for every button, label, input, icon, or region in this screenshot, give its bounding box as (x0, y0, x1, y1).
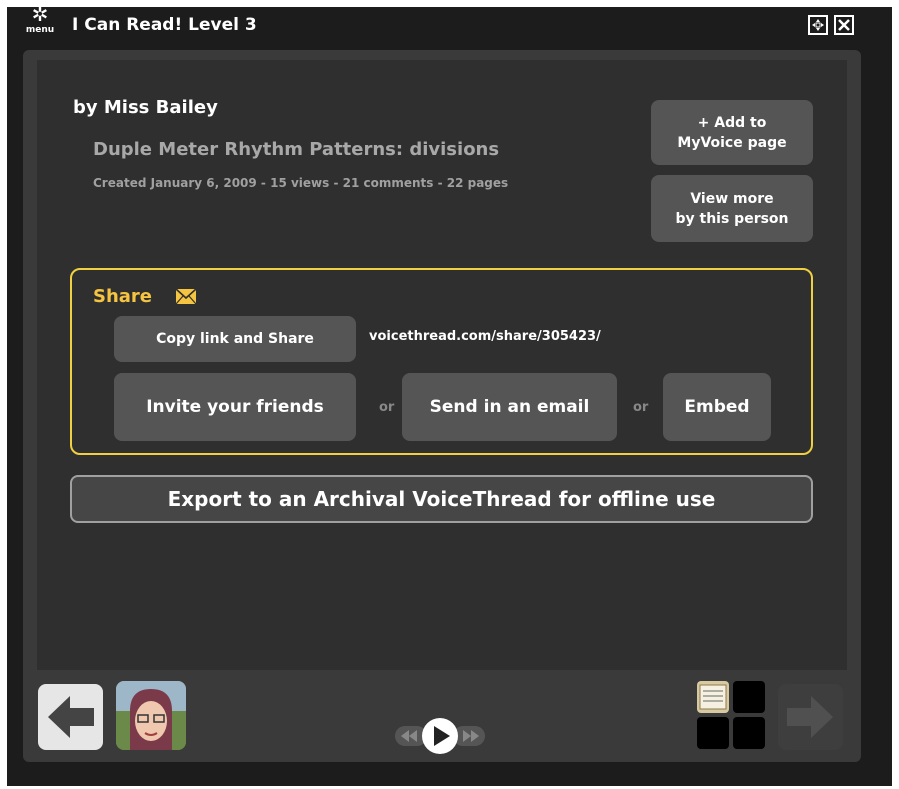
export-archival-button[interactable]: Export to an Archival VoiceThread for of… (70, 475, 813, 523)
voicethread-title: Duple Meter Rhythm Patterns: divisions (93, 139, 500, 160)
view-more-line1: View more (690, 190, 774, 207)
gear-icon: ✲ (31, 2, 49, 26)
copy-link-button[interactable]: Copy link and Share (114, 316, 356, 362)
view-more-button[interactable]: View more by this person (651, 175, 813, 242)
next-button[interactable] (778, 684, 843, 750)
resize-icon (812, 19, 824, 31)
envelope-icon (175, 288, 197, 305)
menu-button[interactable]: ✲ menu (22, 4, 58, 44)
share-url: voicethread.com/share/305423/ (369, 329, 601, 344)
arrow-left-icon (48, 696, 94, 738)
share-heading: Share (93, 286, 153, 307)
author-avatar[interactable] (116, 681, 186, 750)
invite-friends-button[interactable]: Invite your friends (114, 373, 356, 441)
close-button[interactable] (834, 15, 854, 35)
avatar-image (116, 681, 186, 750)
embed-button[interactable]: Embed (663, 373, 771, 441)
menu-label: menu (25, 25, 55, 35)
resize-button[interactable] (808, 15, 828, 35)
or-separator: or (379, 400, 395, 415)
thumbnail-page[interactable] (697, 717, 729, 749)
close-icon (838, 19, 850, 31)
play-icon[interactable] (422, 718, 458, 754)
add-button-line1: + Add to (697, 114, 767, 131)
previous-button[interactable] (38, 684, 103, 750)
page-thumbnails (697, 681, 765, 751)
thumbnail-page[interactable] (733, 717, 765, 749)
arrow-right-icon (787, 696, 833, 738)
send-email-button[interactable]: Send in an email (402, 373, 617, 441)
view-more-line2: by this person (675, 210, 789, 227)
playback-controls (393, 716, 488, 756)
author-name: by Miss Bailey (73, 97, 218, 118)
add-to-myvoice-button[interactable]: + Add to MyVoice page (651, 100, 813, 165)
thumbnail-page[interactable] (733, 681, 765, 713)
thumbnail-page[interactable] (697, 681, 729, 713)
add-button-line2: MyVoice page (677, 134, 787, 151)
page-title: I Can Read! Level 3 (72, 15, 257, 35)
voicethread-meta: Created January 6, 2009 - 15 views - 21 … (93, 176, 509, 190)
or-separator: or (633, 400, 649, 415)
